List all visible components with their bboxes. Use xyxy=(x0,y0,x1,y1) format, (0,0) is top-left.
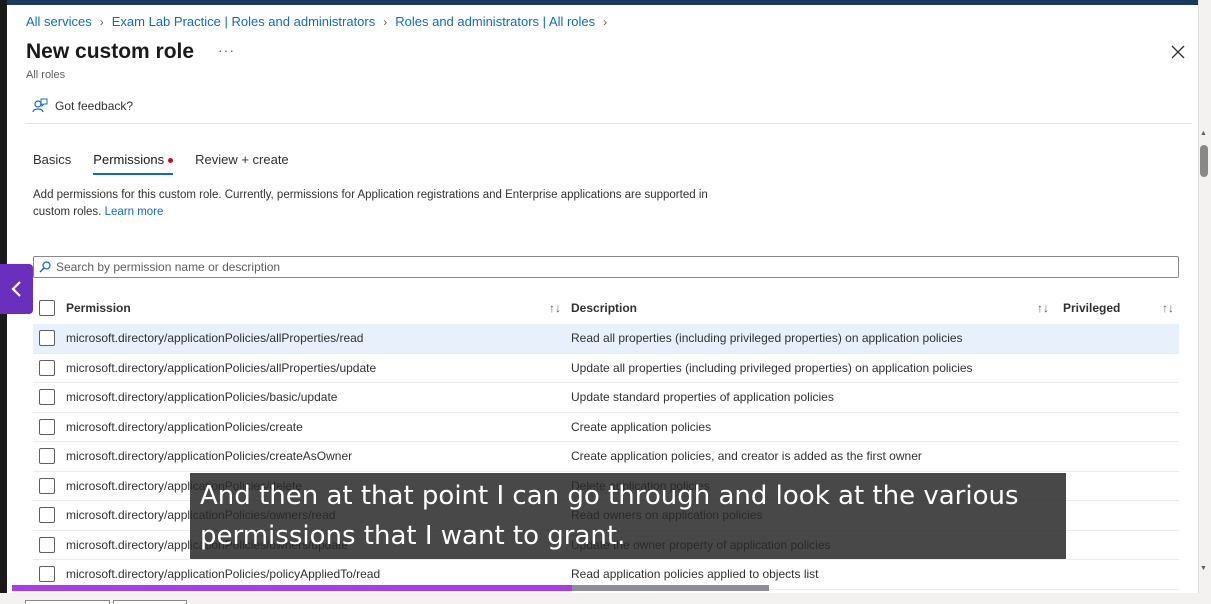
description-cell: Create application policies, and creator… xyxy=(571,449,1059,463)
feedback-button[interactable]: Got feedback? xyxy=(32,98,133,114)
row-checkbox[interactable] xyxy=(39,359,55,376)
permission-name: microsoft.directory/applicationPolicies/… xyxy=(66,390,338,405)
scrollbar-thumb[interactable] xyxy=(1200,145,1208,177)
permission-name: microsoft.directory/applicationPolicies/… xyxy=(66,449,353,464)
tab-label: Review + create xyxy=(195,152,289,167)
table-row[interactable]: microsoft.directory/applicationPolicies/… xyxy=(33,354,1179,383)
description-cell: Read all properties (including privilege… xyxy=(571,331,1059,345)
row-checkbox[interactable] xyxy=(39,566,55,583)
tab-bar: Basics Permissions Review + create xyxy=(33,152,311,175)
description-cell: Update standard properties of applicatio… xyxy=(571,390,1059,404)
search-input[interactable] xyxy=(56,260,1178,274)
description-cell: Update all properties (including privile… xyxy=(571,361,1059,375)
divider xyxy=(26,123,1192,124)
table-row[interactable]: microsoft.directory/applicationPolicies/… xyxy=(33,442,1179,472)
permission-name: microsoft.directory/applicationPolicies/… xyxy=(66,567,381,582)
close-icon xyxy=(1171,45,1185,59)
video-progress-fill xyxy=(12,585,573,591)
learn-more-link[interactable]: Learn more xyxy=(105,206,164,218)
tab-permissions[interactable]: Permissions xyxy=(93,152,174,175)
permission-cell: microsoft.directory/applicationPolicies/… xyxy=(66,449,571,463)
tab-label: Basics xyxy=(33,152,72,167)
column-privileged[interactable]: Privileged ↑↓ xyxy=(1059,301,1174,315)
column-header-label: Privileged xyxy=(1063,301,1121,315)
permission-cell: microsoft.directory/applicationPolicies/… xyxy=(66,390,571,404)
permission-description: Read application policies applied to obj… xyxy=(571,567,819,582)
page-subtitle: All roles xyxy=(26,69,66,81)
table-row[interactable]: microsoft.directory/applicationPolicies/… xyxy=(33,383,1179,413)
feedback-label: Got feedback? xyxy=(55,99,134,113)
row-checkbox[interactable] xyxy=(39,536,55,553)
row-checkbox[interactable] xyxy=(39,477,55,494)
permission-name: microsoft.directory/applicationPolicies/… xyxy=(66,360,377,375)
required-dot-icon xyxy=(168,158,174,164)
close-button[interactable] xyxy=(1168,42,1188,62)
tab-basics[interactable]: Basics xyxy=(33,152,71,175)
column-header-label: Permission xyxy=(66,301,131,315)
footer-button[interactable] xyxy=(113,600,187,604)
chevron-right-icon: › xyxy=(603,14,608,29)
column-permission[interactable]: Permission ↑↓ xyxy=(66,301,571,315)
select-all-checkbox[interactable] xyxy=(39,300,55,316)
permission-cell: microsoft.directory/applicationPolicies/… xyxy=(66,420,571,434)
permission-name: microsoft.directory/applicationPolicies/… xyxy=(66,331,364,346)
chevron-right-icon: › xyxy=(383,14,388,29)
page-title: New custom role xyxy=(26,40,195,63)
chevron-right-icon: › xyxy=(99,14,104,29)
chevron-left-icon xyxy=(10,281,21,297)
scroll-down-icon[interactable]: ▼ xyxy=(1200,565,1210,573)
permission-cell: microsoft.directory/applicationPolicies/… xyxy=(66,567,571,581)
table-row[interactable]: microsoft.directory/applicationPolicies/… xyxy=(33,413,1179,442)
table-row[interactable]: microsoft.directory/applicationPolicies/… xyxy=(33,324,1179,354)
row-checkbox[interactable] xyxy=(39,330,55,347)
collapse-sidebar-button[interactable] xyxy=(0,264,33,314)
row-checkbox[interactable] xyxy=(39,448,55,465)
description-cell: Create application policies xyxy=(571,420,1059,434)
column-description[interactable]: Description ↑↓ xyxy=(571,301,1059,315)
sort-icon[interactable]: ↑↓ xyxy=(1037,301,1049,315)
video-caption: And then at that point I can go through … xyxy=(190,473,1066,559)
table-header: Permission ↑↓ Description ↑↓ Privileged … xyxy=(33,292,1179,324)
search-box[interactable] xyxy=(33,256,1179,278)
video-progress-bar[interactable] xyxy=(12,585,769,591)
sort-icon[interactable]: ↑↓ xyxy=(549,301,561,315)
feedback-icon xyxy=(32,98,48,113)
more-options-button[interactable]: ··· xyxy=(218,42,235,58)
scroll-up-icon[interactable]: ▲ xyxy=(1200,130,1210,138)
permission-description: Create application policies, and creator… xyxy=(571,449,922,464)
sort-icon[interactable]: ↑↓ xyxy=(1162,301,1174,315)
breadcrumb: All services › Exam Lab Practice | Roles… xyxy=(26,14,615,29)
row-checkbox[interactable] xyxy=(39,389,55,406)
permissions-description: Add permissions for this custom role. Cu… xyxy=(33,187,733,220)
permission-description: Update standard properties of applicatio… xyxy=(571,390,834,405)
permission-cell: microsoft.directory/applicationPolicies/… xyxy=(66,331,571,345)
permission-cell: microsoft.directory/applicationPolicies/… xyxy=(66,361,571,375)
permission-description: Create application policies xyxy=(571,419,712,434)
tab-label: Permissions xyxy=(93,152,165,167)
breadcrumb-all-roles[interactable]: Roles and administrators | All roles xyxy=(395,14,595,29)
breadcrumb-all-services[interactable]: All services xyxy=(26,14,92,29)
row-checkbox[interactable] xyxy=(39,507,55,524)
scrollbar-track[interactable] xyxy=(1198,0,1211,604)
footer-button[interactable] xyxy=(25,600,110,604)
breadcrumb-roles-and-administrators[interactable]: Exam Lab Practice | Roles and administra… xyxy=(112,14,376,29)
permission-description: Read all properties (including privilege… xyxy=(571,331,963,346)
top-bar xyxy=(0,0,1211,5)
row-checkbox[interactable] xyxy=(39,418,55,435)
search-icon xyxy=(39,261,51,273)
permission-description: Update all properties (including privile… xyxy=(571,360,973,375)
column-header-label: Description xyxy=(571,301,638,315)
permission-name: microsoft.directory/applicationPolicies/… xyxy=(66,419,303,434)
tab-review-create[interactable]: Review + create xyxy=(195,152,289,175)
description-cell: Read application policies applied to obj… xyxy=(571,567,1059,581)
